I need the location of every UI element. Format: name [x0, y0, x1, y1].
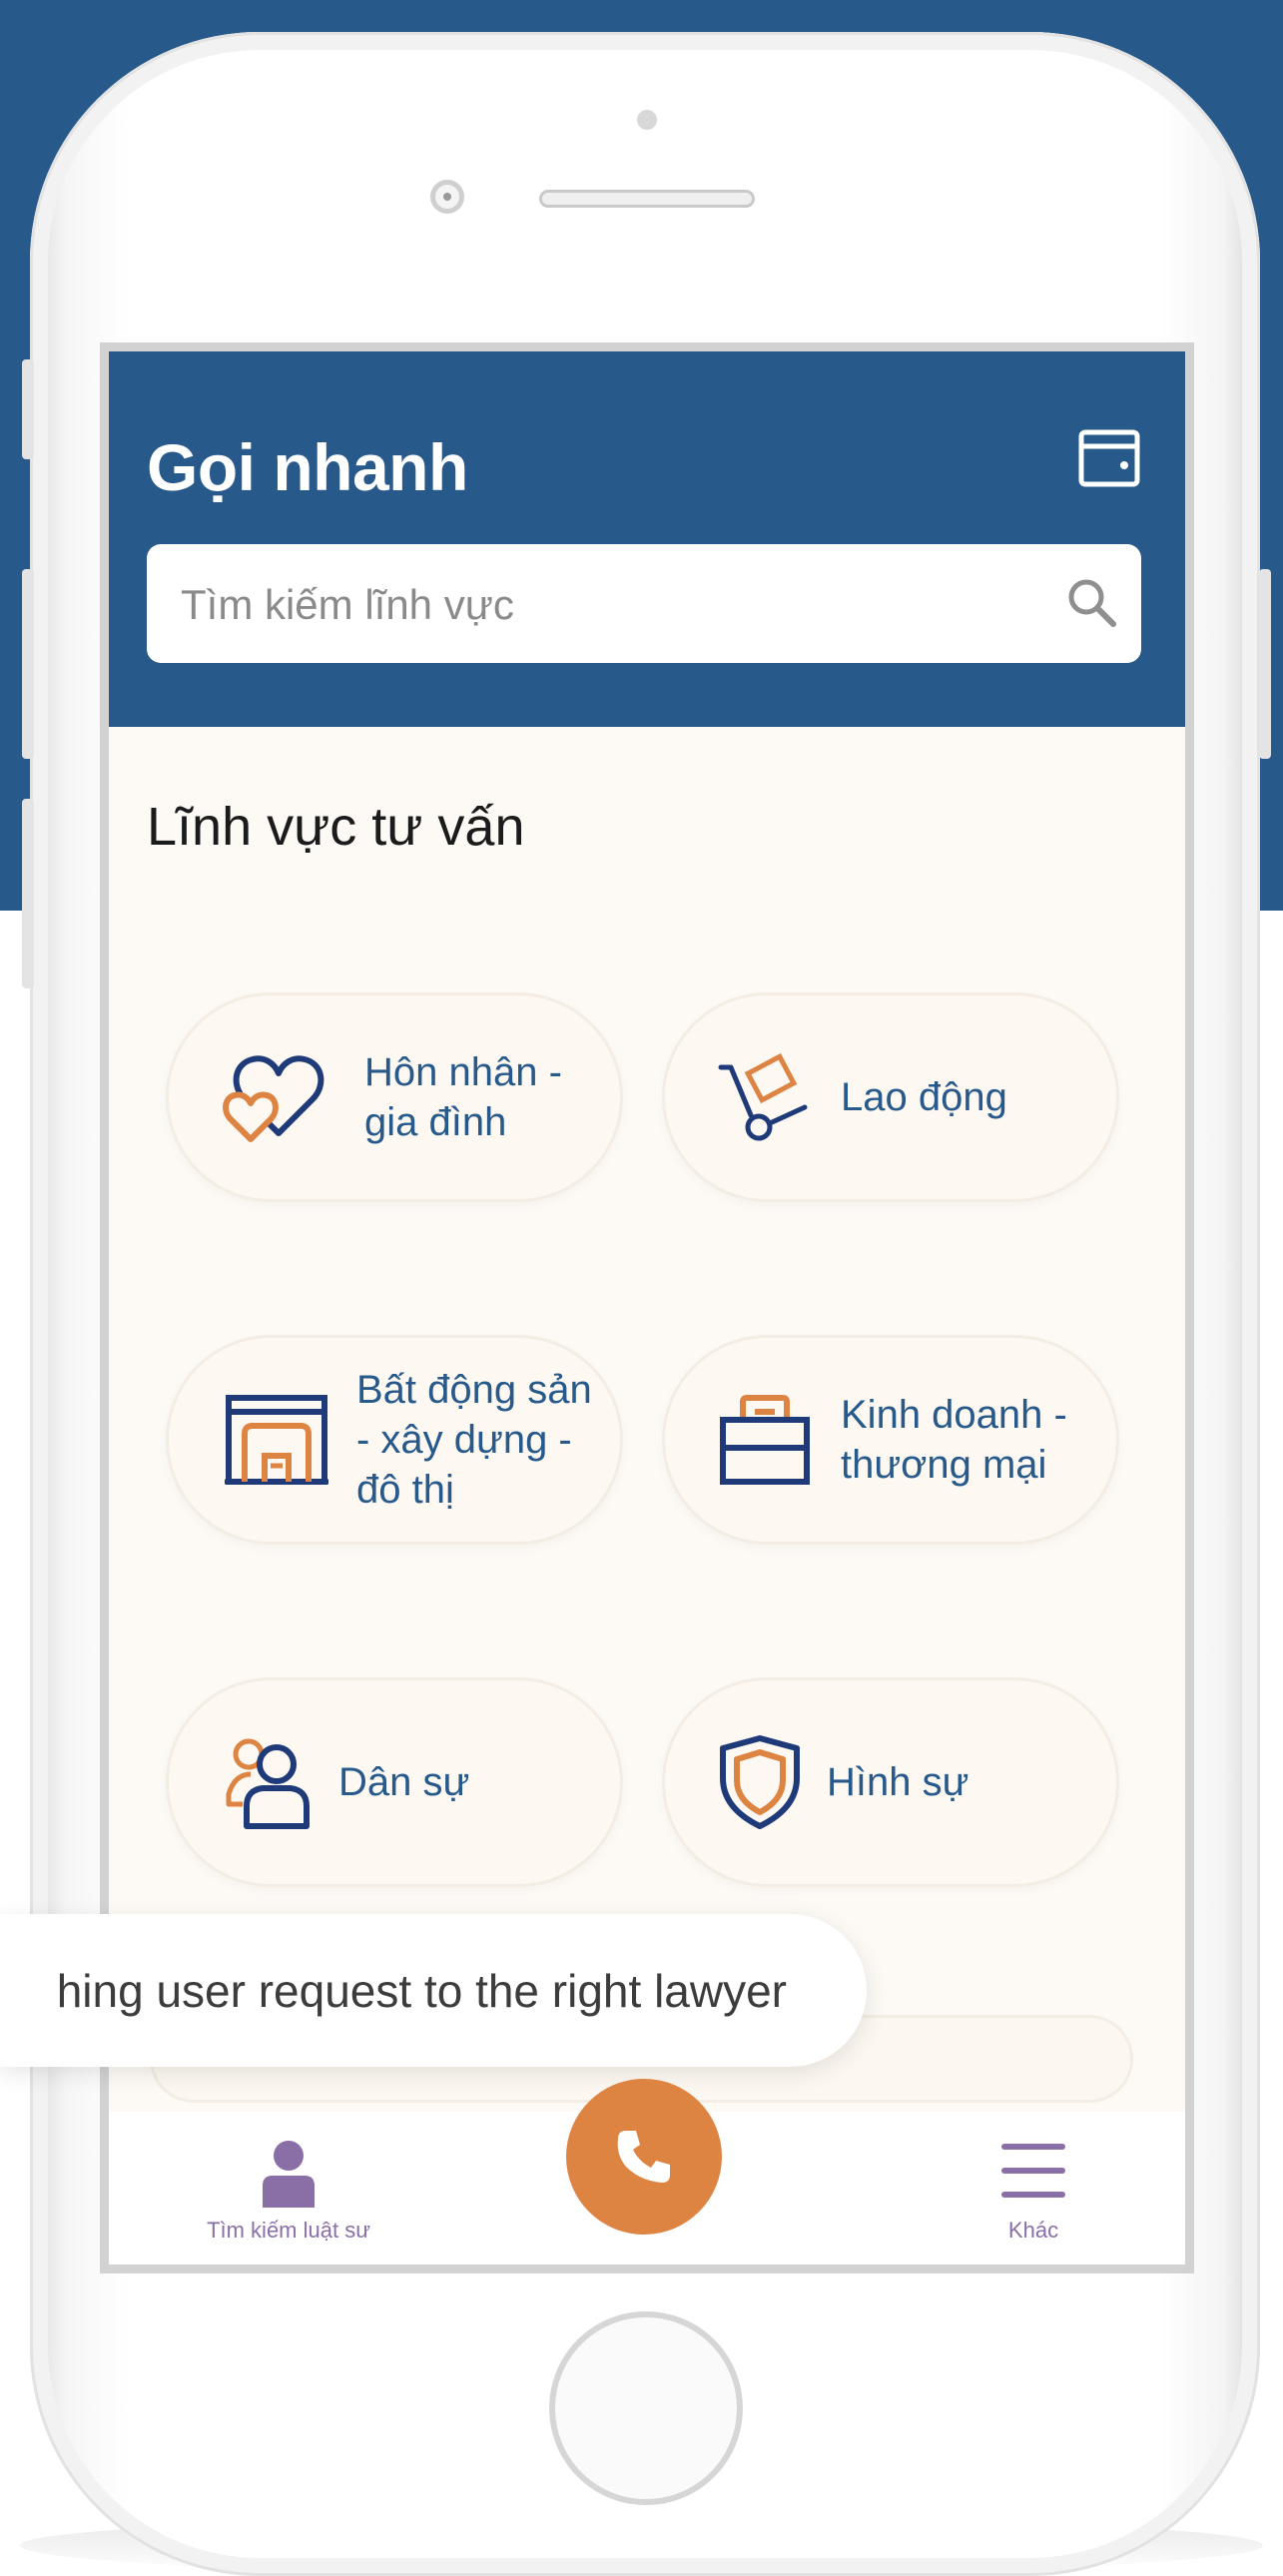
hand-truck-icon [718, 1052, 808, 1141]
category-label: Bất động sản - xây dựng - đô thị [356, 1368, 592, 1512]
tab-find-lawyer[interactable]: Tìm kiếm luật sư [169, 2112, 408, 2264]
phone-icon [617, 2131, 670, 2183]
app-header: Gọi nhanh [109, 351, 1185, 727]
section-title: Lĩnh vực tư vấn [147, 797, 525, 857]
volume-down-button [22, 799, 34, 988]
menu-icon [1001, 2144, 1065, 2198]
search-box [147, 544, 1141, 665]
people-icon [226, 1738, 310, 1829]
power-button [1259, 569, 1271, 759]
toast-message: hing user request to the right lawyer [0, 1914, 867, 2067]
search-input[interactable] [179, 544, 1041, 665]
front-camera [430, 180, 464, 214]
page-title: Gọi nhanh [147, 430, 468, 504]
proximity-sensor [637, 110, 657, 130]
category-label: Hình sự [827, 1760, 969, 1804]
tab-more[interactable]: Khác [954, 2112, 1113, 2264]
category-label: Kinh doanh - thương mại [841, 1393, 1067, 1487]
category-civil[interactable]: Dân sự [166, 1677, 623, 1887]
tab-label: Tìm kiếm luật sư [207, 2218, 370, 2243]
search-icon[interactable] [1063, 574, 1119, 630]
call-button[interactable] [566, 2079, 722, 2235]
person-icon [263, 2141, 315, 2208]
category-label: Lao động [841, 1075, 1007, 1119]
category-real-estate[interactable]: Bất động sản - xây dựng - đô thị [166, 1335, 623, 1545]
shield-icon [720, 1735, 800, 1829]
home-button[interactable] [549, 2311, 743, 2505]
mute-switch [22, 359, 34, 459]
category-label: Dân sự [338, 1760, 470, 1804]
wallet-icon[interactable] [1077, 426, 1141, 490]
category-business-trade[interactable]: Kinh doanh - thương mại [662, 1335, 1119, 1545]
earpiece-speaker [539, 190, 755, 208]
toast-text: hing user request to the right lawyer [56, 1964, 787, 2017]
garage-icon [225, 1395, 328, 1485]
briefcase-icon [720, 1395, 810, 1485]
tab-label: Khác [1007, 2218, 1059, 2243]
category-marriage-family[interactable]: Hôn nhân - gia đình [166, 992, 623, 1202]
category-criminal[interactable]: Hình sự [662, 1677, 1119, 1887]
volume-up-button [22, 569, 34, 759]
category-labor[interactable]: Lao động [662, 992, 1119, 1202]
heart-icon [223, 1055, 324, 1142]
category-label: Hôn nhân - gia đình [364, 1050, 562, 1144]
